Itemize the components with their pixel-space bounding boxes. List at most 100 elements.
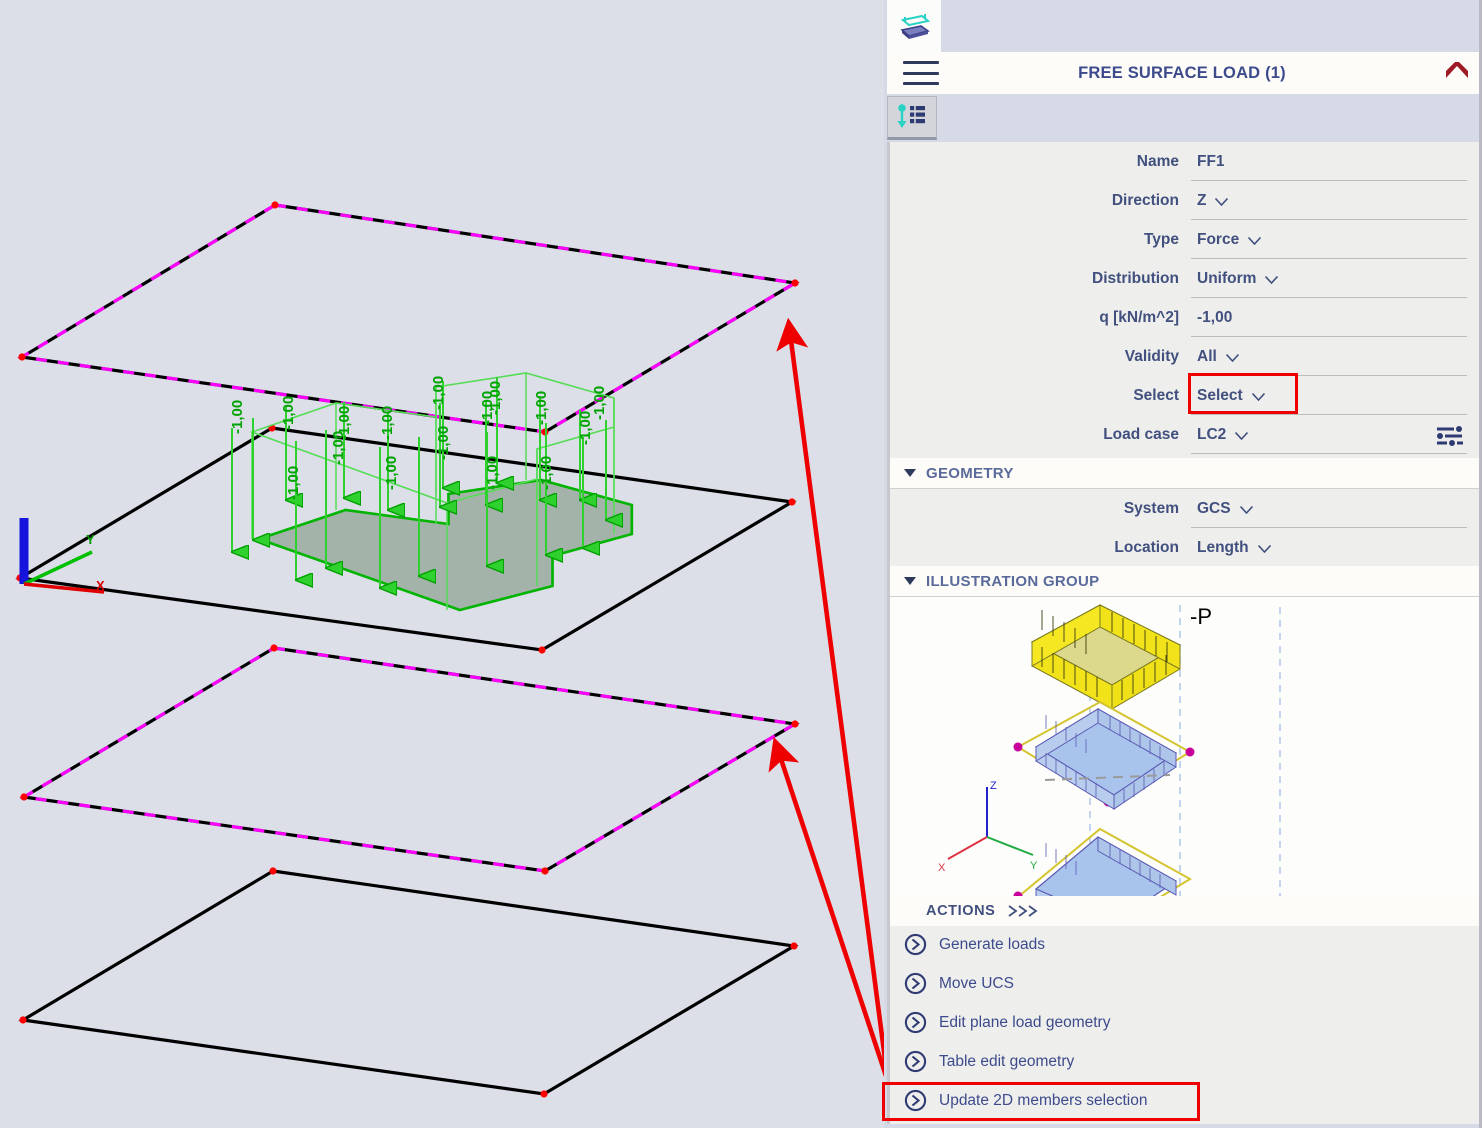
illustration-axis-triad: Z Y X	[938, 780, 1038, 874]
property-row-location: Location Length	[890, 528, 1479, 567]
model-3d-viewport[interactable]: -1,00 -1,00 -1,00 -1,00 -1,00 -1,00 -1,0…	[0, 0, 884, 1128]
load-value-label: -1,00	[285, 466, 302, 500]
load-table-icon	[897, 104, 925, 128]
slab-plane-3[interactable]	[19, 644, 800, 875]
property-value: -1,00	[1197, 308, 1233, 326]
chevrons-right-icon	[1007, 904, 1041, 918]
illustration-surface-plate-1	[1034, 708, 1178, 810]
actions-section: ACTIONS Generate loads Move UCS Edit pla…	[882, 896, 1479, 1124]
chevron-down-icon	[1215, 197, 1229, 206]
property-label: Direction	[1111, 191, 1179, 209]
load-value-label: -1,00	[533, 391, 550, 425]
property-row-select: Select Select	[890, 373, 1479, 415]
illustration-section-header[interactable]: ILLUSTRATION GROUP	[890, 566, 1479, 597]
property-value: GCS	[1197, 499, 1231, 517]
model-canvas: -1,00 -1,00 -1,00 -1,00 -1,00 -1,00 -1,0…	[15, 201, 884, 1098]
property-row-distribution: Distribution Uniform	[890, 259, 1479, 298]
distribution-dropdown[interactable]: Uniform	[1191, 259, 1479, 298]
property-label: Load case	[1103, 425, 1179, 443]
validity-dropdown[interactable]: All	[1191, 337, 1479, 376]
load-value-label: -1,00	[229, 400, 246, 434]
illustration-canvas: -P Z Y X	[890, 597, 1479, 896]
load-value-label: -1,00	[336, 406, 353, 440]
panel-titlebar: FREE SURFACE LOAD (1)	[887, 52, 1479, 96]
chevron-down-icon	[1239, 505, 1253, 514]
sliders-icon	[1437, 426, 1463, 446]
chevron-down-icon	[1248, 236, 1262, 245]
tab-free-surface-load[interactable]	[887, 0, 941, 52]
illustration-load-plate: -P	[1030, 604, 1212, 710]
load-value-label: -1,00	[487, 381, 504, 415]
free-surface-load-icon	[900, 14, 931, 39]
actions-section-header[interactable]: ACTIONS	[890, 896, 1479, 926]
property-label: Distribution	[1092, 269, 1179, 287]
action-update-2d-members-selection[interactable]: Update 2D members selection	[882, 1082, 1479, 1121]
property-panel: FREE SURFACE LOAD (1) Name FF1 Direction…	[882, 0, 1482, 1128]
arrow-circle-right-icon	[904, 1089, 927, 1112]
property-value: Force	[1197, 230, 1240, 248]
action-label: Generate loads	[939, 935, 1045, 953]
subtab-load-table[interactable]	[887, 96, 937, 140]
geometry-section-header[interactable]: GEOMETRY	[890, 458, 1479, 489]
geometry-section: GEOMETRY System GCS Location Length	[887, 458, 1479, 567]
load-value-label: -1,00	[430, 376, 447, 410]
property-row-load-case: Load case LC2	[890, 415, 1479, 454]
action-label: Edit plane load geometry	[939, 1013, 1111, 1031]
load-value-label: -1,00	[379, 406, 396, 440]
slab-plane-4[interactable]	[18, 867, 799, 1098]
property-label: Name	[1136, 152, 1179, 170]
axis-label-y: Y	[1030, 860, 1038, 872]
property-label: System	[1123, 499, 1179, 517]
property-label: Location	[1114, 538, 1179, 556]
property-value: LC2	[1197, 425, 1227, 443]
property-label: Validity	[1124, 347, 1179, 365]
select-dropdown[interactable]: Select	[1191, 376, 1479, 415]
property-row-direction: Direction Z	[890, 181, 1479, 220]
annotation-arrows	[768, 317, 884, 1078]
property-value: All	[1197, 347, 1217, 365]
name-field[interactable]: FF1	[1191, 142, 1479, 181]
panel-subtabs	[884, 94, 1482, 142]
action-label: Table edit geometry	[939, 1052, 1075, 1070]
properties-section: Name FF1 Direction Z Type Force Distribu…	[887, 142, 1479, 458]
load-label: -P	[1190, 604, 1212, 629]
property-label: Type	[1143, 230, 1179, 248]
action-table-edit-geometry[interactable]: Table edit geometry	[890, 1043, 1479, 1082]
type-dropdown[interactable]: Force	[1191, 220, 1479, 259]
panel-tabstrip	[884, 0, 1482, 52]
chevron-up-icon[interactable]	[1435, 52, 1479, 94]
free-surface-load-geometry[interactable]: -1,00 -1,00 -1,00 -1,00 -1,00 -1,00 -1,0…	[229, 372, 634, 612]
action-generate-loads[interactable]: Generate loads	[890, 926, 1479, 965]
action-edit-plane-load-geometry[interactable]: Edit plane load geometry	[890, 1004, 1479, 1043]
axis-label-x: X	[938, 862, 946, 874]
property-row-name: Name FF1	[890, 142, 1479, 181]
load-value-label: -1,00	[538, 456, 555, 490]
arrow-circle-right-icon	[904, 972, 927, 995]
property-value: Length	[1197, 538, 1249, 556]
page-title: FREE SURFACE LOAD (1)	[1078, 63, 1286, 82]
direction-dropdown[interactable]: Z	[1191, 181, 1479, 220]
action-label: Update 2D members selection	[939, 1091, 1148, 1109]
section-title: GEOMETRY	[926, 464, 1014, 482]
property-value: Select	[1197, 386, 1243, 404]
action-move-ucs[interactable]: Move UCS	[890, 965, 1479, 1004]
property-value: Z	[1197, 191, 1207, 209]
property-value: FF1	[1197, 152, 1225, 170]
location-dropdown[interactable]: Length	[1191, 528, 1479, 567]
load-case-settings-button[interactable]	[1435, 424, 1465, 452]
property-label: Select	[1133, 386, 1179, 404]
arrow-circle-right-icon	[904, 1011, 927, 1034]
annotation-arrow-to-plane-1	[776, 317, 884, 1070]
section-title: ILLUSTRATION GROUP	[926, 572, 1100, 590]
property-row-type: Type Force	[890, 220, 1479, 259]
axis-label-z: Z	[990, 780, 997, 792]
triangle-down-icon	[904, 577, 916, 585]
axis-label-x: X	[96, 578, 105, 593]
property-label: q [kN/m^2]	[1099, 308, 1179, 326]
q-value-field[interactable]: -1,00	[1191, 298, 1479, 337]
action-label: Move UCS	[939, 974, 1014, 992]
chevron-down-icon	[1251, 392, 1265, 401]
slab-plane-1[interactable]	[17, 201, 800, 436]
system-dropdown[interactable]: GCS	[1191, 489, 1479, 528]
load-value-label: -1,00	[280, 396, 297, 430]
